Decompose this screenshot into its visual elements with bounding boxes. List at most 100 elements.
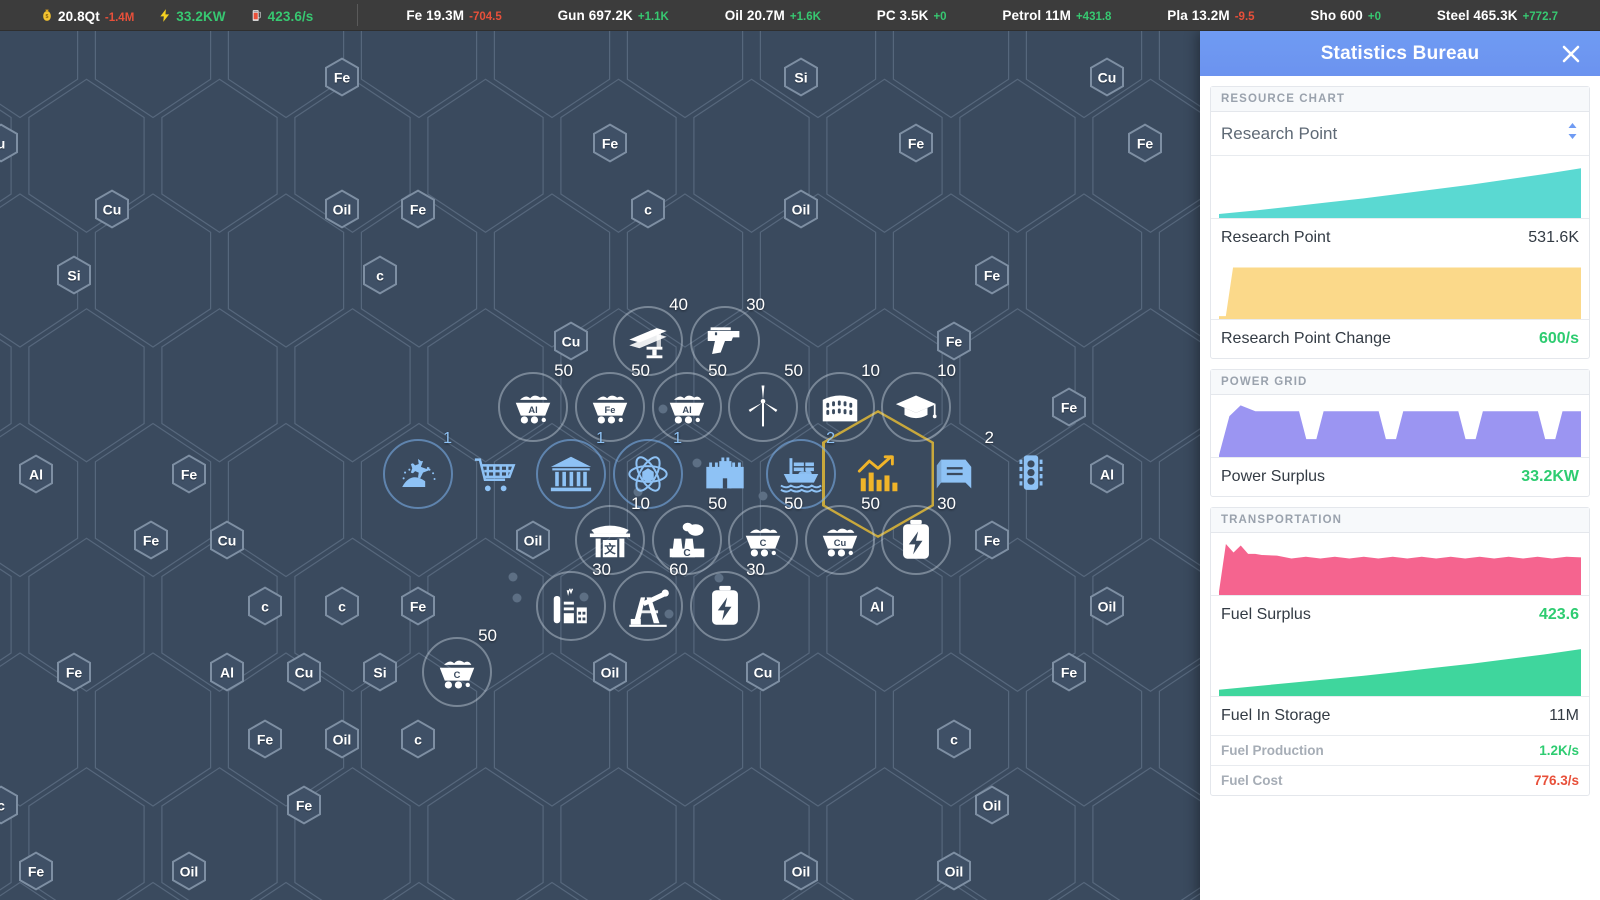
resource-node-al[interactable]: Al [210, 653, 244, 692]
resource-node-fe[interactable]: Fe [325, 58, 359, 97]
delta: +0 [1368, 11, 1381, 23]
cargo-ship-icon [778, 451, 824, 497]
resource-node-cu[interactable]: Cu [210, 521, 244, 560]
resource-node-u[interactable]: u [0, 124, 18, 163]
topbar-resource-fe[interactable]: Fe 19.3M-704.5 [406, 8, 501, 23]
stat-label: Fuel Production [1221, 743, 1324, 758]
topbar-resource-pc[interactable]: PC 3.5K+0 [877, 8, 947, 23]
amount: 20.8Qt [58, 9, 100, 24]
topbar-money-bag[interactable]: $20.8Qt-1.4M [40, 6, 134, 24]
resource-node-fe[interactable]: Fe [937, 322, 971, 361]
resource-node-c[interactable]: c [401, 720, 435, 759]
resource-node-oil[interactable]: Oil [593, 653, 627, 692]
resource-node-label: Oil [792, 863, 811, 879]
topbar-resource-gun[interactable]: Gun 697.2K+1.1K [558, 8, 669, 23]
stat-label: Fuel Cost [1221, 773, 1283, 788]
resource-node-fe[interactable]: Fe [134, 521, 168, 560]
book-icon [931, 451, 977, 497]
resource-node-fe[interactable]: Fe [401, 587, 435, 626]
resource-node-oil[interactable]: Oil [1090, 587, 1124, 626]
resource-node-cu[interactable]: Cu [1090, 58, 1124, 97]
resource-node-al[interactable]: Al [860, 587, 894, 626]
resource-node-c[interactable]: c [937, 720, 971, 759]
resource-node-cu[interactable]: Cu [287, 653, 321, 692]
building-count: 1 [673, 430, 682, 448]
airport-icon [395, 451, 441, 497]
resource-node-label: Al [1100, 466, 1114, 482]
delta: -1.4M [105, 12, 134, 24]
topbar-resource-petrol[interactable]: Petrol 11M+431.8 [1002, 8, 1111, 23]
mine-cart-al-icon: Al [510, 384, 556, 430]
topbar-resource-oil[interactable]: Oil 20.7M+1.6K [725, 8, 821, 23]
resource-node-fe[interactable]: Fe [401, 190, 435, 229]
stat-research-point: Research Point 531.6K [1211, 218, 1589, 257]
resource-node-fe[interactable]: Fe [57, 653, 91, 692]
stat-value: 531.6K [1528, 229, 1579, 247]
resource-node-fe[interactable]: Fe [1128, 124, 1162, 163]
resource-node-fe[interactable]: Fe [975, 521, 1009, 560]
resource-node-fe[interactable]: Fe [172, 455, 206, 494]
resource-node-oil[interactable]: Oil [784, 190, 818, 229]
resource-node-oil[interactable]: Oil [784, 852, 818, 891]
resource-node-fe[interactable]: Fe [248, 720, 282, 759]
resource-node-label: Al [29, 466, 43, 482]
resource-node-c[interactable]: c [325, 587, 359, 626]
topbar-resource-sho[interactable]: Sho 600+0 [1310, 8, 1381, 23]
resource-node-al[interactable]: Al [19, 455, 53, 494]
resource-node-oil[interactable]: Oil [516, 521, 550, 560]
resource-node-fe[interactable]: Fe [19, 852, 53, 891]
building-battery-storage[interactable]: 30 [874, 498, 958, 582]
resource-name-amount: Oil 20.7M [725, 8, 785, 23]
resource-node-fe[interactable]: Fe [899, 124, 933, 163]
topbar-resource-steel[interactable]: Steel 465.3K+772.7 [1437, 8, 1558, 23]
building-traffic-control[interactable] [989, 432, 1073, 516]
resource-node-fe[interactable]: Fe [1052, 653, 1086, 692]
resource-node-fe[interactable]: Fe [1052, 388, 1086, 427]
resource-node-cu[interactable]: Cu [554, 322, 588, 361]
resource-node-si[interactable]: Si [57, 256, 91, 295]
resource-node-label: Si [67, 267, 80, 283]
resource-node-cu[interactable]: Cu [95, 190, 129, 229]
resource-node-si[interactable]: Si [363, 653, 397, 692]
resource-node-c[interactable]: c [0, 786, 18, 825]
resource-node-al[interactable]: Al [1090, 455, 1124, 494]
panel-body: RESOURCE CHART Research Point Research P… [1200, 76, 1600, 900]
resource-node-oil[interactable]: Oil [937, 852, 971, 891]
resource-node-fe[interactable]: Fe [593, 124, 627, 163]
resource-node-label: u [0, 135, 5, 151]
resource-node-c[interactable]: c [363, 256, 397, 295]
resource-select[interactable]: Research Point [1211, 112, 1589, 156]
resource-node-oil[interactable]: Oil [325, 720, 359, 759]
resource-name-amount: Petrol 11M [1002, 8, 1071, 23]
resource-node-fe[interactable]: Fe [287, 786, 321, 825]
building-market[interactable] [453, 432, 537, 516]
resource-node-oil[interactable]: Oil [975, 786, 1009, 825]
resource-node-label: Fe [410, 201, 426, 217]
building-copper-mine[interactable]: Cu50 [798, 498, 882, 582]
resource-node-label: Oil [792, 201, 811, 217]
building-oil-refinery[interactable]: 30 [529, 564, 613, 648]
topbar-fuel-pump[interactable]: 423.6/s [250, 6, 314, 24]
stat-value: 423.6 [1539, 606, 1579, 624]
resource-node-fe[interactable]: Fe [975, 256, 1009, 295]
stat-power-surplus: Power Surplus 33.2KW [1211, 457, 1589, 496]
building-coal-mine-2[interactable]: C50 [415, 630, 499, 714]
building-battery-storage-2[interactable]: 30 [683, 564, 767, 648]
topbar-power-bolt[interactable]: 33.2KW [158, 6, 225, 24]
mine-cart-c-icon: C [740, 517, 786, 563]
stepper-updown-icon[interactable] [1566, 121, 1579, 146]
resource-node-si[interactable]: Si [784, 58, 818, 97]
building-oil-well[interactable]: 60 [606, 564, 690, 648]
mine-cart-al-icon: Al [664, 384, 710, 430]
resource-chart-card: RESOURCE CHART Research Point Research P… [1210, 86, 1590, 359]
building-airport[interactable]: 1 [376, 432, 460, 516]
resource-node-oil[interactable]: Oil [325, 190, 359, 229]
resource-node-oil[interactable]: Oil [172, 852, 206, 891]
close-icon[interactable] [1558, 41, 1584, 67]
resource-node-label: Fe [908, 135, 924, 151]
resource-node-c[interactable]: c [248, 587, 282, 626]
topbar-resource-pla[interactable]: Pla 13.2M-9.5 [1167, 8, 1254, 23]
svg-text:Al: Al [682, 405, 691, 415]
resource-node-c[interactable]: c [631, 190, 665, 229]
resource-node-cu[interactable]: Cu [746, 653, 780, 692]
